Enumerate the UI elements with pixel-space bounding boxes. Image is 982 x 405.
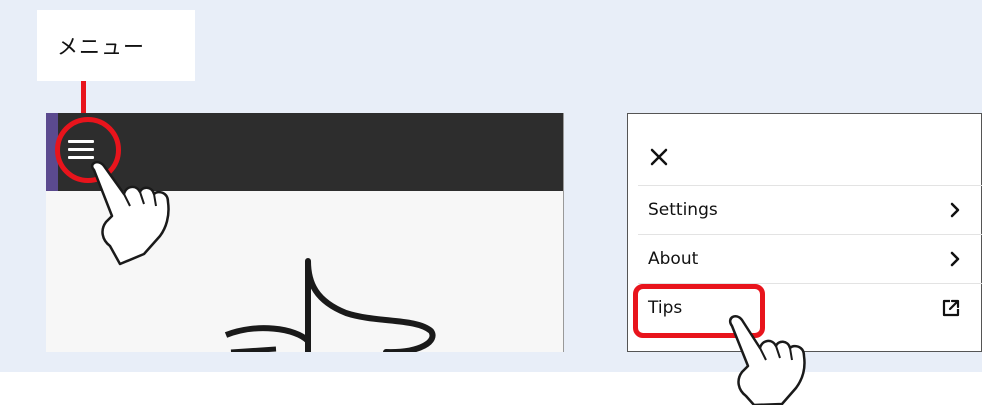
chevron-right-icon bbox=[950, 202, 960, 218]
close-icon[interactable] bbox=[650, 148, 668, 166]
menu-item-label: About bbox=[648, 249, 699, 269]
tap-hand-icon bbox=[90, 160, 170, 266]
chevron-right-icon bbox=[950, 251, 960, 267]
menu-item-label: Settings bbox=[648, 200, 718, 220]
menu-item-about[interactable]: About bbox=[638, 234, 982, 283]
menu-callout: メニュー bbox=[37, 10, 195, 81]
menu-callout-label: メニュー bbox=[57, 34, 145, 59]
tap-hand-icon bbox=[728, 315, 806, 405]
external-link-icon bbox=[942, 299, 960, 317]
menu-item-settings[interactable]: Settings bbox=[638, 185, 982, 234]
